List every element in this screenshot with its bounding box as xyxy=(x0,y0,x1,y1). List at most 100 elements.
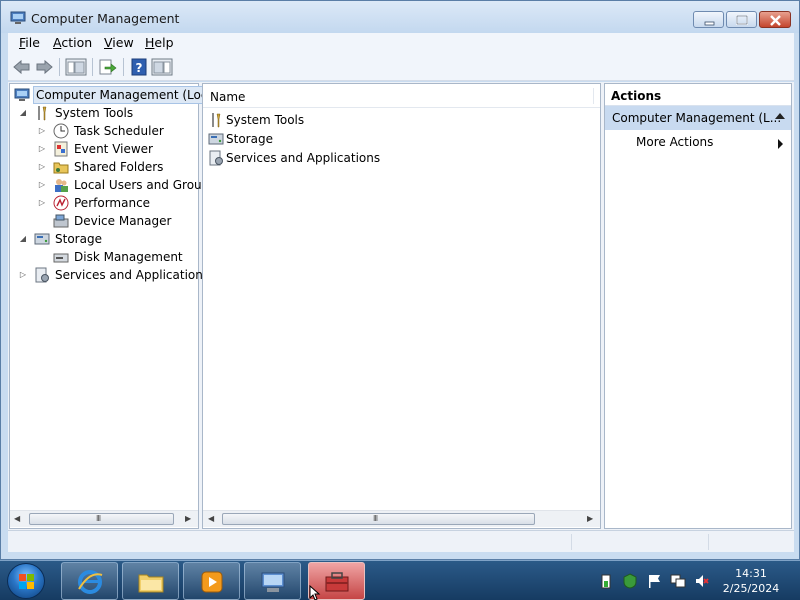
tree-horizontal-scrollbar[interactable]: ◀ III ▶ xyxy=(10,510,198,527)
window-title: Computer Management xyxy=(31,11,180,26)
tree-item-task-scheduler[interactable]: ▷ Task Scheduler xyxy=(35,122,195,140)
expand-arrow-icon[interactable]: ▷ xyxy=(37,176,47,194)
minimize-button[interactable] xyxy=(693,11,724,28)
event-viewer-icon xyxy=(54,141,68,157)
tree-item-performance[interactable]: ▷ Performance xyxy=(35,194,195,212)
taskbar-media-player[interactable] xyxy=(183,562,240,600)
results-pane[interactable]: Name System Tools Storage Services and A… xyxy=(202,83,601,529)
expand-arrow-icon[interactable]: ▷ xyxy=(37,194,47,212)
help-icon[interactable]: ? xyxy=(129,57,149,77)
remote-desktop-icon xyxy=(261,572,285,592)
list-item-services-and-applications[interactable]: Services and Applications xyxy=(208,149,408,167)
title-bar[interactable]: Computer Management xyxy=(1,1,799,33)
scroll-thumb[interactable]: III xyxy=(222,513,535,525)
status-bar xyxy=(8,530,794,552)
menu-bar: File Action View Help xyxy=(8,33,794,53)
media-player-icon xyxy=(201,571,223,593)
tray-battery-icon[interactable] xyxy=(598,573,614,589)
expand-arrow-icon[interactable]: ▷ xyxy=(18,266,28,284)
export-list-icon[interactable] xyxy=(97,57,117,77)
list-item-label: System Tools xyxy=(226,113,305,127)
expand-arrow-icon[interactable]: ▷ xyxy=(37,158,47,176)
menu-file[interactable]: File xyxy=(19,35,40,50)
tree-item-disk-management[interactable]: Disk Management xyxy=(35,248,195,266)
clock-icon xyxy=(53,123,69,139)
taskbar: 14:31 2/25/2024 xyxy=(0,560,800,600)
tree-item-label: Performance xyxy=(74,196,151,210)
computer-management-window: Computer Management File Action View Hel… xyxy=(0,0,800,560)
show-hide-action-pane-icon[interactable] xyxy=(151,57,173,77)
tray-action-center-flag-icon[interactable] xyxy=(646,573,662,589)
tree-item-label: Shared Folders xyxy=(74,160,164,174)
menu-help[interactable]: Help xyxy=(145,35,174,50)
toolbar: ? xyxy=(8,53,794,81)
tree-item-system-tools[interactable]: ◢ System Tools xyxy=(16,104,196,122)
system-clock[interactable]: 14:31 2/25/2024 xyxy=(712,566,790,596)
tray-security-icon[interactable] xyxy=(622,573,638,589)
actions-pane: Actions Computer Management (L... More A… xyxy=(604,83,792,529)
scroll-right-icon[interactable]: ▶ xyxy=(587,514,593,523)
maximize-button[interactable] xyxy=(726,11,757,28)
tree-item-label: Disk Management xyxy=(74,250,183,264)
column-header-label: Name xyxy=(210,90,246,104)
taskbar-internet-explorer[interactable] xyxy=(61,562,118,600)
submenu-arrow-icon[interactable] xyxy=(778,139,783,149)
name-column-header[interactable]: Name xyxy=(203,84,600,108)
scroll-right-icon[interactable]: ▶ xyxy=(185,514,191,523)
collapse-arrow-icon[interactable]: ◢ xyxy=(18,230,28,248)
collapse-arrow-icon[interactable]: ◢ xyxy=(18,104,28,122)
forward-icon[interactable] xyxy=(34,57,54,77)
close-button[interactable] xyxy=(759,11,791,28)
storage-icon xyxy=(208,133,224,145)
scroll-left-icon[interactable]: ◀ xyxy=(208,514,214,523)
tray-network-icon[interactable] xyxy=(670,573,686,589)
tree-item-shared-folders[interactable]: ▷ Shared Folders xyxy=(35,158,195,176)
tree-item-event-viewer[interactable]: ▷ Event Viewer xyxy=(35,140,195,158)
tree-item-label: Local Users and Groups xyxy=(74,178,216,192)
expand-arrow-icon[interactable]: ▷ xyxy=(37,140,47,158)
internet-explorer-icon xyxy=(78,570,103,594)
windows-logo-icon xyxy=(19,574,34,589)
console-tree-pane[interactable]: Computer Management (Local ◢ System Tool… xyxy=(9,83,222,529)
tree-item-label: Computer Management (Local xyxy=(33,86,222,104)
expand-arrow-icon[interactable]: ▷ xyxy=(37,122,47,140)
tree-item-device-manager[interactable]: Device Manager xyxy=(35,212,195,230)
list-item-label: Services and Applications xyxy=(226,151,381,165)
list-item-system-tools[interactable]: System Tools xyxy=(208,111,408,129)
tray-volume-muted-icon[interactable] xyxy=(694,573,710,589)
taskbar-remote-desktop[interactable] xyxy=(244,562,301,600)
list-item-label: Storage xyxy=(226,132,273,146)
column-divider[interactable] xyxy=(593,88,594,104)
tree-item-local-users-and-groups[interactable]: ▷ Local Users and Groups xyxy=(35,176,216,194)
results-horizontal-scrollbar[interactable]: ◀ III ▶ xyxy=(203,510,600,527)
collapse-triangle-icon[interactable] xyxy=(775,113,785,119)
tree-item-services-and-applications[interactable]: ▷ Services and Applications xyxy=(16,266,209,284)
start-button[interactable] xyxy=(7,563,45,599)
actions-header: Actions xyxy=(605,84,791,106)
list-item-storage[interactable]: Storage xyxy=(208,130,408,148)
more-actions-link[interactable]: More Actions xyxy=(636,135,713,149)
actions-group-label: Computer Management (L... xyxy=(612,111,782,125)
disk-management-icon xyxy=(53,253,69,263)
actions-header-label: Actions xyxy=(611,89,662,103)
tree-item-computer-management[interactable]: Computer Management (Local xyxy=(12,86,222,104)
computer-management-icon xyxy=(10,11,26,24)
menu-action[interactable]: Action xyxy=(53,35,92,50)
show-hide-console-tree-icon[interactable] xyxy=(65,57,87,77)
storage-icon xyxy=(34,233,50,245)
actions-group-computer-management[interactable]: Computer Management (L... xyxy=(605,106,791,130)
back-icon[interactable] xyxy=(12,57,32,77)
taskbar-windows-explorer[interactable] xyxy=(122,562,179,600)
scroll-grip: III xyxy=(96,514,101,523)
tree-item-label: Storage xyxy=(55,232,102,246)
folder-icon xyxy=(138,574,164,593)
tree-item-label: Device Manager xyxy=(74,214,172,228)
tree-item-label: Event Viewer xyxy=(74,142,153,156)
menu-view[interactable]: View xyxy=(104,35,134,50)
tree-item-storage[interactable]: ◢ Storage xyxy=(16,230,196,248)
toolbox-icon xyxy=(325,572,349,592)
scroll-left-icon[interactable]: ◀ xyxy=(14,514,20,523)
tree-item-label: System Tools xyxy=(55,106,134,120)
scroll-thumb[interactable]: III xyxy=(29,513,174,525)
status-divider xyxy=(708,534,709,550)
